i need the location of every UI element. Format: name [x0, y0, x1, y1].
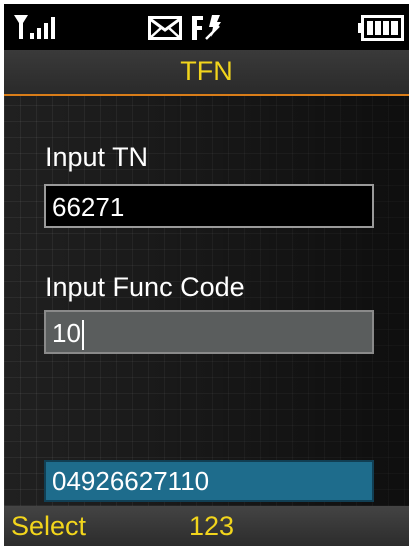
result-value: 04926627110	[52, 466, 210, 496]
tn-value: 66271	[52, 192, 125, 222]
phone-screen: TFN Input TN 66271 Input Func Code 10 04…	[4, 4, 409, 546]
status-bar	[4, 4, 409, 50]
func-code-value: 10	[52, 318, 81, 348]
call-forward-icon	[192, 15, 221, 40]
func-code-input[interactable]: 10	[44, 310, 374, 354]
form-area: Input TN 66271 Input Func Code 10 049266…	[4, 96, 409, 506]
result-item[interactable]: 04926627110	[44, 460, 374, 502]
softkey-bar: Select 123	[4, 506, 409, 546]
page-title: TFN	[180, 56, 233, 86]
select-softkey[interactable]: Select	[11, 511, 86, 542]
battery-icon	[358, 15, 404, 41]
tn-input[interactable]: 66271	[44, 184, 374, 228]
func-code-label: Input Func Code	[45, 272, 245, 302]
tn-label: Input TN	[45, 142, 149, 172]
mail-icon	[148, 16, 182, 40]
text-cursor	[81, 320, 84, 351]
input-mode-softkey[interactable]: 123	[189, 511, 234, 542]
signal-icon	[14, 15, 55, 39]
title-bar: TFN	[4, 50, 409, 96]
